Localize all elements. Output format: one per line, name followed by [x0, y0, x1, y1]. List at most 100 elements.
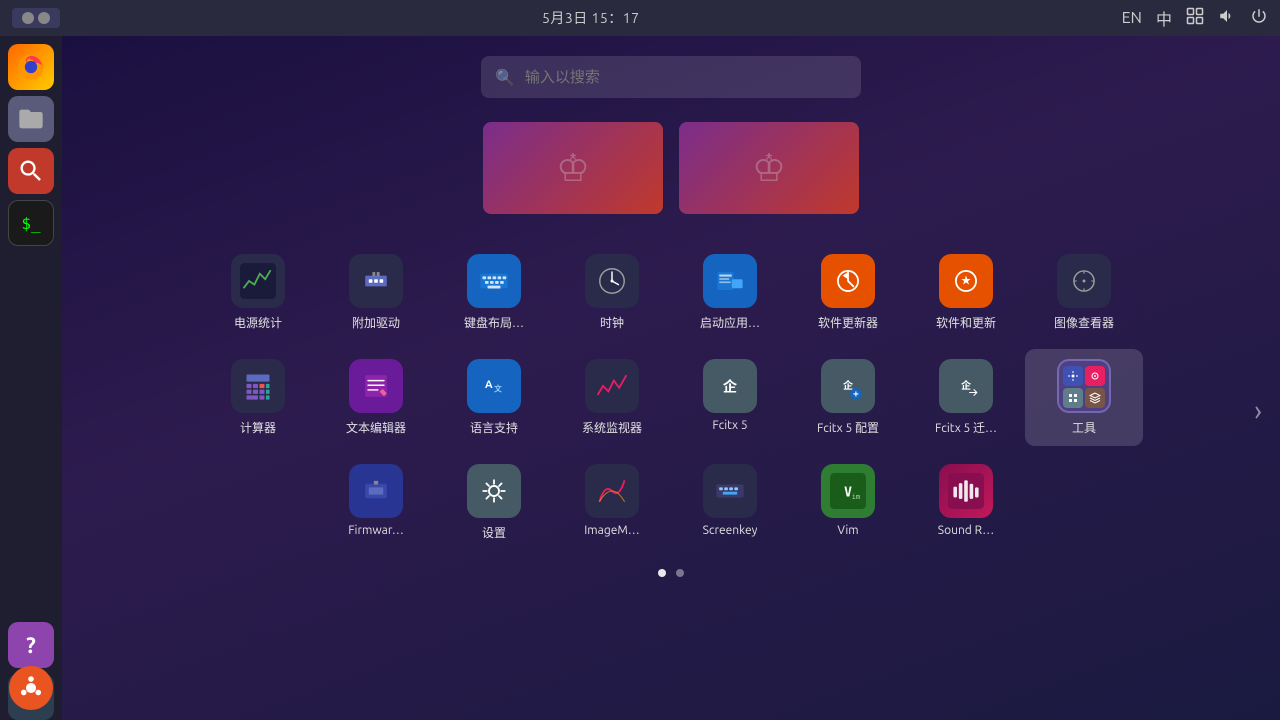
app-item-system-monitor[interactable]: 系统监视器	[553, 349, 671, 446]
app-item-vim[interactable]: V im Vim	[789, 454, 907, 547]
sound-icon[interactable]	[1218, 7, 1236, 29]
app-label-fcitx5-config: Fcitx 5 配置	[817, 419, 879, 436]
app-item-text-editor[interactable]: 文本编辑器	[317, 349, 435, 446]
fcitx5-migrate-icon: 企	[939, 359, 993, 413]
topbar-left	[12, 8, 60, 28]
svg-text:企: 企	[843, 379, 853, 391]
dock-item-software-center[interactable]	[8, 148, 54, 194]
dock-item-files[interactable]	[8, 96, 54, 142]
topbar-right: EN 中	[1122, 6, 1268, 30]
app-item-software-updater[interactable]: 软件更新器	[789, 244, 907, 341]
app-label-firmware: Firmwar…	[348, 524, 404, 537]
app-label-system-monitor: 系统监视器	[582, 419, 642, 436]
app-item-software-update2[interactable]: ★ 软件和更新	[907, 244, 1025, 341]
app-label-screenkey: Screenkey	[703, 524, 758, 537]
fcitx5-icon: 企	[703, 359, 757, 413]
app-item-startup-apps[interactable]: 启动应用…	[671, 244, 789, 341]
network-icon[interactable]	[1186, 7, 1204, 29]
app-item-firmware[interactable]: Firmwar…	[317, 454, 435, 547]
app-item-clock[interactable]: 时钟	[553, 244, 671, 341]
image-viewer-icon	[1057, 254, 1111, 308]
screenkey-icon	[703, 464, 757, 518]
app-label-vim: Vim	[837, 524, 858, 537]
app-label-settings: 设置	[482, 524, 506, 541]
app-item-fcitx5-config[interactable]: 企 Fcitx 5 配置	[789, 349, 907, 446]
window-btn-1	[22, 12, 34, 24]
app-item-fcitx5-migrate[interactable]: 企 Fcitx 5 迁…	[907, 349, 1025, 446]
window-btn-2	[38, 12, 50, 24]
app-grid: 电源统计 附加驱动	[62, 244, 1280, 577]
page-dot-1[interactable]	[658, 569, 666, 577]
svg-text:V: V	[844, 485, 852, 500]
app-item-language-support[interactable]: A 文 语言支持	[435, 349, 553, 446]
app-item-power-stats[interactable]: 电源统计	[199, 244, 317, 341]
app-label-sound-recorder: Sound R…	[938, 524, 994, 537]
banner-2-crown: ♔	[752, 146, 786, 190]
app-item-firmware-addon[interactable]: 附加驱动	[317, 244, 435, 341]
lang-cn-icon[interactable]: 中	[1156, 6, 1172, 30]
app-label-image-viewer: 图像查看器	[1054, 314, 1114, 331]
power-icon[interactable]	[1250, 7, 1268, 29]
app-item-calculator[interactable]: 计算器	[199, 349, 317, 446]
svg-text:★: ★	[961, 275, 971, 286]
svg-text:A: A	[485, 379, 493, 391]
app-item-settings[interactable]: 设置	[435, 454, 553, 551]
app-item-keyboard-layout[interactable]: 键盘布局…	[435, 244, 553, 341]
page-dot-2[interactable]	[676, 569, 684, 577]
dock-item-firefox[interactable]	[8, 44, 54, 90]
software-update2-icon: ★	[939, 254, 993, 308]
featured-banners: ♔ ♔	[483, 122, 859, 214]
dock-item-ubuntu[interactable]	[9, 666, 53, 710]
svg-text:im: im	[852, 492, 861, 501]
keyboard-layout-icon	[467, 254, 521, 308]
app-label-power-stats: 电源统计	[234, 314, 282, 331]
app-label-calculator: 计算器	[240, 419, 276, 436]
app-item-screenkey[interactable]: Screenkey	[671, 454, 789, 547]
startup-apps-icon	[703, 254, 757, 308]
app-label-fcitx5-migrate: Fcitx 5 迁…	[935, 419, 997, 436]
calculator-icon	[231, 359, 285, 413]
main-content: 🔍 ♔ ♔ 电源统计	[62, 36, 1280, 720]
firmware-addon-icon	[349, 254, 403, 308]
topbar-datetime: 5月3日 15：17	[542, 8, 640, 28]
system-monitor-icon	[585, 359, 639, 413]
firmware-icon	[349, 464, 403, 518]
fcitx5-config-icon: 企	[821, 359, 875, 413]
vim-icon: V im	[821, 464, 875, 518]
app-row-3: Firmwar… 设置	[317, 454, 1025, 551]
app-item-image-viewer[interactable]: 图像查看器	[1025, 244, 1143, 341]
imagemagick-icon	[585, 464, 639, 518]
app-item-sound-recorder[interactable]: Sound R…	[907, 454, 1025, 547]
app-label-text-editor: 文本编辑器	[346, 419, 406, 436]
banner-2[interactable]: ♔	[679, 122, 859, 214]
search-bar[interactable]: 🔍	[481, 56, 861, 98]
app-row-2: 计算器 文本编辑器	[199, 349, 1143, 446]
app-label-software-update2: 软件和更新	[936, 314, 996, 331]
dock-item-terminal[interactable]: $_	[8, 200, 54, 246]
software-updater-icon	[821, 254, 875, 308]
search-icon: 🔍	[495, 68, 515, 87]
dock-item-help[interactable]: ?	[8, 622, 54, 668]
settings-icon	[467, 464, 521, 518]
power-stats-icon	[231, 254, 285, 308]
lang-en-icon[interactable]: EN	[1122, 9, 1142, 27]
next-page-chevron[interactable]: ›	[1246, 387, 1270, 434]
app-label-startup-apps: 启动应用…	[700, 314, 760, 331]
sound-recorder-icon	[939, 464, 993, 518]
dock: $_ ?	[0, 36, 62, 720]
topbar: 5月3日 15：17 EN 中	[0, 0, 1280, 36]
text-editor-icon	[349, 359, 403, 413]
search-input[interactable]	[525, 69, 847, 86]
app-label-fcitx5: Fcitx 5	[712, 419, 747, 432]
app-row-1: 电源统计 附加驱动	[199, 244, 1143, 341]
tools-folder-icon	[1057, 359, 1111, 413]
banner-1[interactable]: ♔	[483, 122, 663, 214]
app-label-tools-folder: 工具	[1072, 419, 1096, 436]
app-item-tools-folder[interactable]: 工具	[1025, 349, 1143, 446]
app-item-fcitx5[interactable]: 企 Fcitx 5	[671, 349, 789, 442]
svg-text:企: 企	[961, 379, 971, 391]
app-label-imagemagick: ImageM…	[584, 524, 640, 537]
app-item-imagemagick[interactable]: ImageM…	[553, 454, 671, 547]
app-label-keyboard-layout: 键盘布局…	[464, 314, 524, 331]
window-controls[interactable]	[12, 8, 60, 28]
